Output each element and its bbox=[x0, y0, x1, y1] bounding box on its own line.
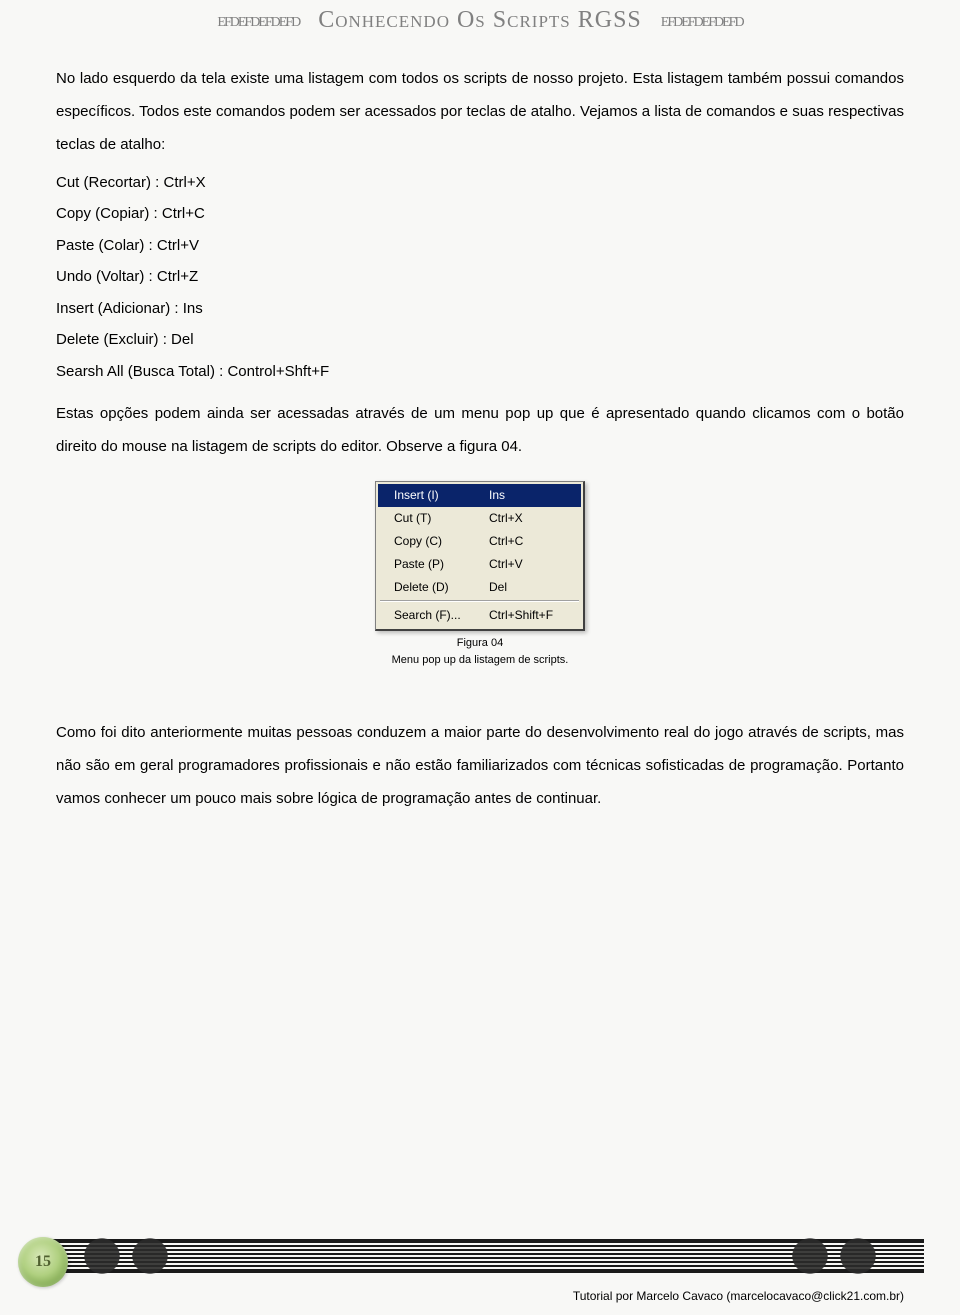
figure-caption: Figura 04 Menu pop up da listagem de scr… bbox=[56, 635, 904, 668]
paragraph-conclusion: Como foi dito anteriormente muitas pesso… bbox=[56, 716, 904, 815]
menu-shortcut: Ctrl+V bbox=[489, 556, 573, 573]
shortcut-insert: Insert (Adicionar) : Ins bbox=[56, 293, 904, 325]
header-ornament-left: efdefdefdefd bbox=[217, 9, 299, 31]
shortcut-list: Cut (Recortar) : Ctrl+X Copy (Copiar) : … bbox=[56, 167, 904, 388]
menu-shortcut: Del bbox=[489, 579, 573, 596]
menu-shortcut: Ctrl+C bbox=[489, 533, 573, 550]
figure-04: Insert (I) Ins Cut (T) Ctrl+X Copy (C) C… bbox=[56, 481, 904, 668]
shortcut-cut: Cut (Recortar) : Ctrl+X bbox=[56, 167, 904, 199]
menu-shortcut: Ins bbox=[489, 487, 573, 504]
footer-border-ornament bbox=[36, 1235, 924, 1277]
page-title: Conhecendo Os Scripts RGSS bbox=[306, 7, 654, 33]
menu-item-search[interactable]: Search (F)... Ctrl+Shift+F bbox=[378, 604, 581, 627]
shortcut-copy: Copy (Copiar) : Ctrl+C bbox=[56, 198, 904, 230]
main-content: No lado esquerdo da tela existe uma list… bbox=[0, 44, 960, 815]
menu-shortcut: Ctrl+Shift+F bbox=[489, 607, 573, 624]
header-ornament-right: efdefdefdefd bbox=[661, 9, 743, 31]
menu-item-paste[interactable]: Paste (P) Ctrl+V bbox=[378, 553, 581, 576]
shortcut-paste: Paste (Colar) : Ctrl+V bbox=[56, 230, 904, 262]
figure-text: Menu pop up da listagem de scripts. bbox=[392, 654, 569, 666]
menu-item-cut[interactable]: Cut (T) Ctrl+X bbox=[378, 507, 581, 530]
context-menu: Insert (I) Ins Cut (T) Ctrl+X Copy (C) C… bbox=[375, 481, 585, 631]
page-number: 15 bbox=[18, 1237, 68, 1287]
menu-item-insert[interactable]: Insert (I) Ins bbox=[378, 484, 581, 507]
menu-label: Copy (C) bbox=[394, 533, 489, 550]
menu-label: Delete (D) bbox=[394, 579, 489, 596]
menu-label: Search (F)... bbox=[394, 607, 489, 624]
page-header: efdefdefdefd Conhecendo Os Scripts RGSS … bbox=[0, 0, 960, 44]
paragraph-intro: No lado esquerdo da tela existe uma list… bbox=[56, 62, 904, 161]
footer-credit: Tutorial por Marcelo Cavaco (marcelocava… bbox=[573, 1289, 904, 1303]
menu-label: Cut (T) bbox=[394, 510, 489, 527]
menu-label: Insert (I) bbox=[394, 487, 489, 504]
paragraph-popup-desc: Estas opções podem ainda ser acessadas a… bbox=[56, 397, 904, 463]
menu-item-delete[interactable]: Delete (D) Del bbox=[378, 576, 581, 599]
menu-divider bbox=[380, 600, 579, 602]
menu-shortcut: Ctrl+X bbox=[489, 510, 573, 527]
shortcut-delete: Delete (Excluir) : Del bbox=[56, 324, 904, 356]
menu-item-copy[interactable]: Copy (C) Ctrl+C bbox=[378, 530, 581, 553]
shortcut-undo: Undo (Voltar) : Ctrl+Z bbox=[56, 261, 904, 293]
menu-label: Paste (P) bbox=[394, 556, 489, 573]
shortcut-search: Searsh All (Busca Total) : Control+Shft+… bbox=[56, 356, 904, 388]
figure-label: Figura 04 bbox=[457, 637, 503, 649]
